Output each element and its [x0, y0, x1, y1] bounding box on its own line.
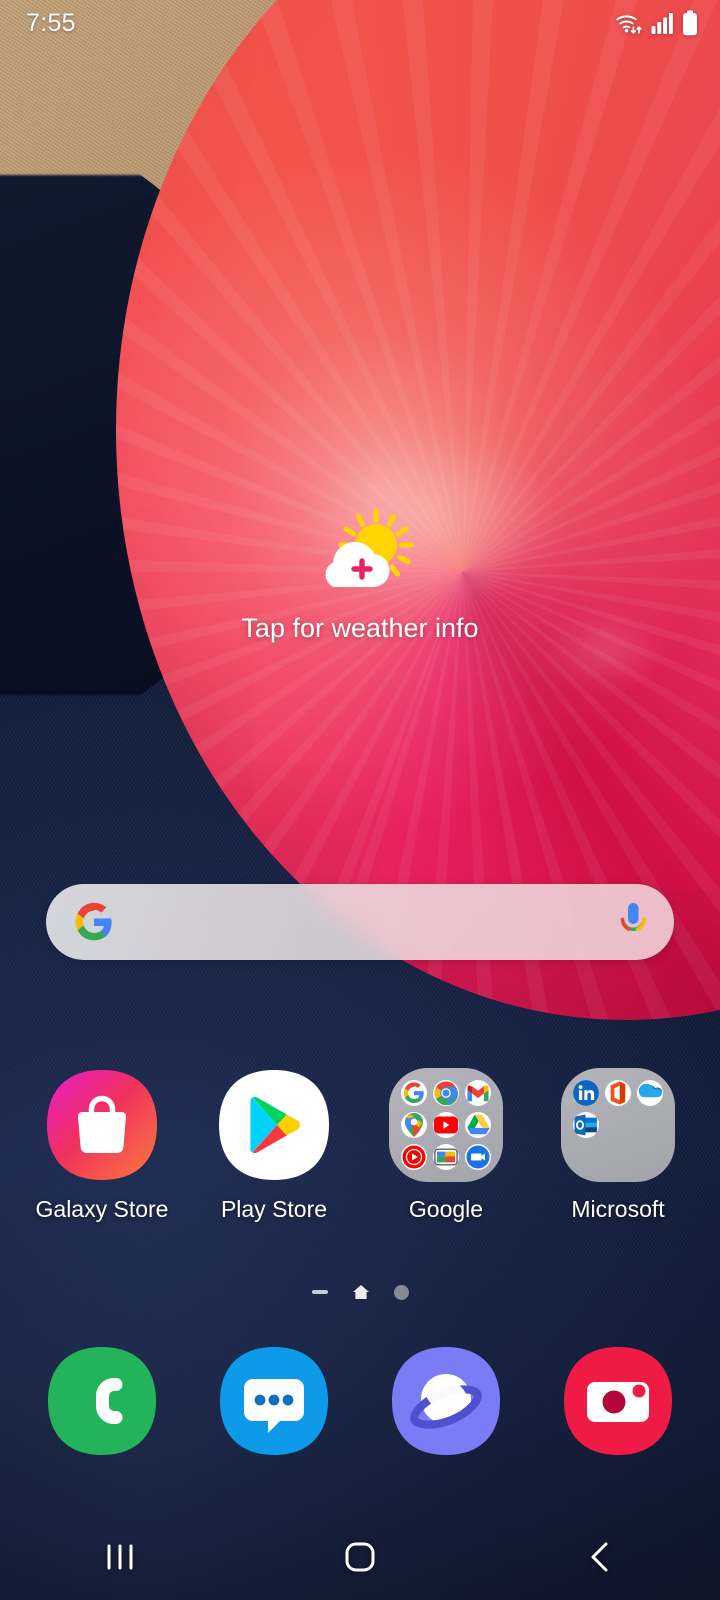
folder-microsoft[interactable]: Microsoft — [543, 1068, 693, 1223]
dock-item-phone[interactable] — [46, 1345, 158, 1457]
back-button[interactable] — [525, 1514, 675, 1600]
google-g-icon — [75, 902, 112, 941]
dock-item-messages[interactable] — [218, 1345, 330, 1457]
app-galaxy-store[interactable]: Galaxy Store — [27, 1068, 177, 1223]
folder-empty-slot — [573, 1144, 599, 1170]
google-meet-icon — [465, 1144, 492, 1171]
folder-empty-slot — [637, 1144, 663, 1170]
back-chevron-icon — [591, 1542, 608, 1572]
app-grid: Galaxy Store Play Store Google Microsoft — [0, 1068, 720, 1223]
youtube-icon — [432, 1111, 459, 1138]
recents-icon — [107, 1544, 133, 1570]
galaxy-store-icon[interactable] — [45, 1068, 159, 1182]
battery-icon — [683, 10, 697, 36]
home-icon — [345, 1542, 375, 1572]
app-play-store[interactable]: Play Store — [199, 1068, 349, 1223]
microsoft-office-icon — [604, 1079, 631, 1106]
home-button[interactable] — [285, 1514, 435, 1600]
home-screen: 7:55 Tap for weather info Galaxy Store P… — [0, 0, 720, 1600]
page-dot[interactable] — [393, 1284, 409, 1300]
home-page-glyph[interactable] — [352, 1284, 370, 1300]
status-bar-clock: 7:55 — [26, 8, 76, 37]
app-label: Galaxy Store — [35, 1196, 169, 1222]
gmail-icon — [465, 1079, 492, 1106]
weather-widget-label: Tap for weather info — [241, 613, 479, 643]
recents-button[interactable] — [45, 1514, 195, 1600]
app-label: Google — [408, 1196, 484, 1222]
page-indicator[interactable] — [0, 1284, 720, 1300]
folder-empty-slot — [637, 1112, 663, 1138]
google-drive-icon — [465, 1111, 492, 1138]
folder-icon[interactable] — [389, 1068, 503, 1182]
outlook-icon — [572, 1111, 599, 1138]
status-bar-icons — [614, 10, 698, 36]
weather-widget[interactable]: Tap for weather info — [0, 505, 720, 644]
status-bar[interactable]: 7:55 — [0, 0, 720, 46]
google-search-bar[interactable] — [46, 884, 674, 960]
wifi-data-icon — [616, 15, 642, 34]
onedrive-icon — [637, 1079, 664, 1106]
chrome-icon — [432, 1079, 459, 1106]
app-label: Microsoft — [571, 1196, 665, 1222]
folder-icon[interactable] — [561, 1068, 675, 1182]
youtube-music-icon — [400, 1144, 427, 1171]
sun-behind-cloud-plus-icon — [325, 508, 414, 587]
google-tv-icon — [432, 1144, 459, 1171]
apps-page-dash[interactable] — [311, 1290, 328, 1294]
app-label: Play Store — [220, 1196, 328, 1222]
dock-item-internet[interactable] — [390, 1345, 502, 1457]
folder-google[interactable]: Google — [371, 1068, 521, 1223]
dock-item-camera[interactable] — [562, 1345, 674, 1457]
linkedin-icon — [572, 1079, 599, 1106]
dock — [0, 1345, 720, 1457]
folder-empty-slot — [605, 1144, 631, 1170]
navigation-bar — [0, 1514, 720, 1600]
play-store-icon[interactable] — [217, 1068, 331, 1182]
google-search-icon — [400, 1079, 427, 1106]
cellular-signal-icon — [651, 13, 673, 34]
google-microphone-icon[interactable] — [618, 901, 648, 943]
google-maps-icon — [400, 1111, 427, 1138]
folder-empty-slot — [605, 1112, 631, 1138]
